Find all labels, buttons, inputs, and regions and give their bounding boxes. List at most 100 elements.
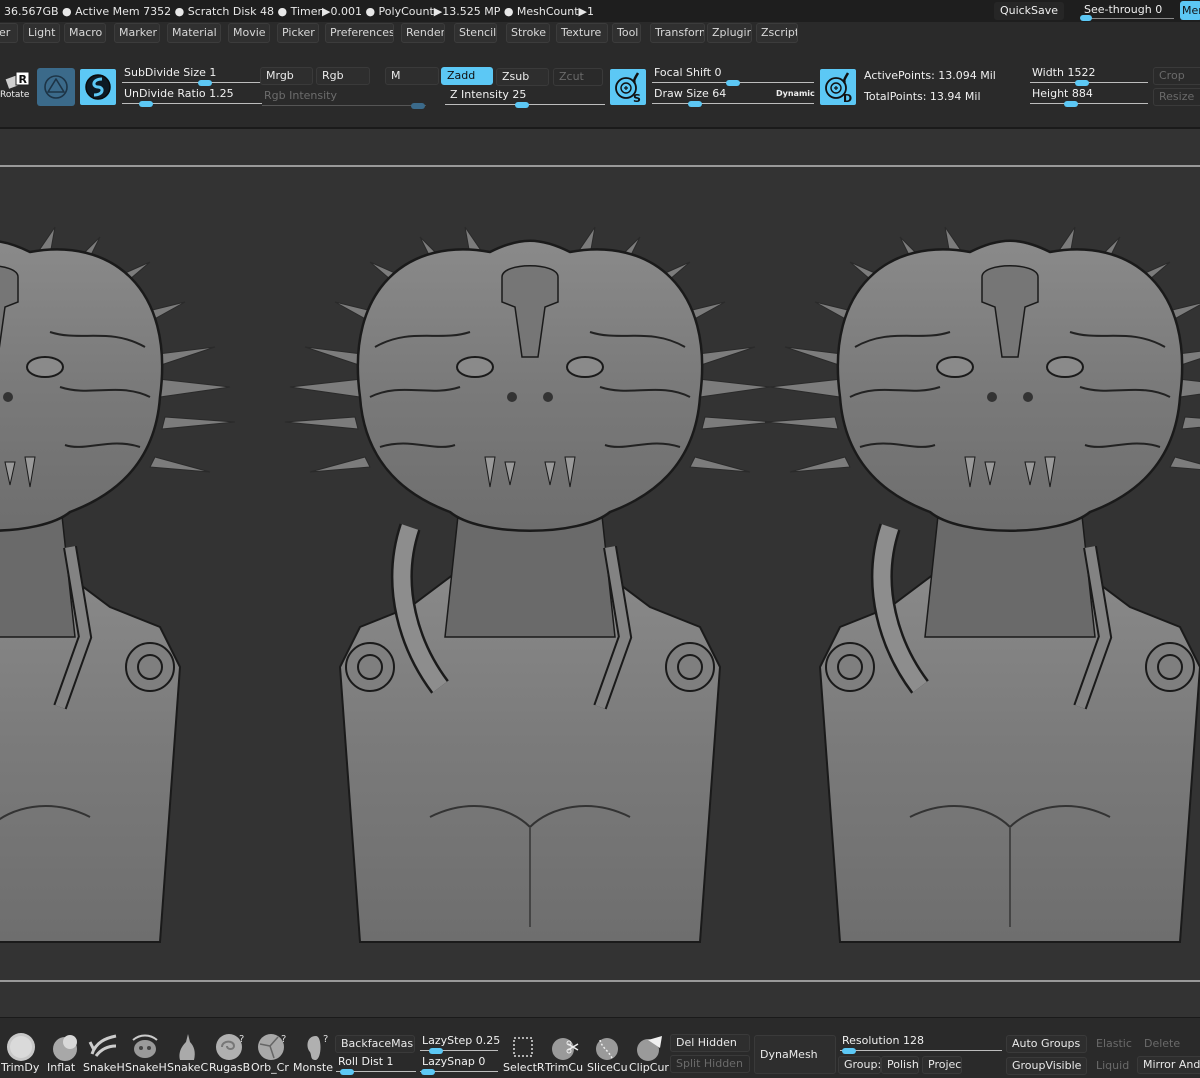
draw-size-label: Draw Size 64 — [654, 87, 727, 100]
zadd-button[interactable]: Zadd — [441, 67, 493, 85]
menu-transform[interactable]: Transform — [650, 23, 705, 43]
mirror-and-weld-button[interactable]: Mirror And Weld — [1137, 1056, 1200, 1074]
undivide-ratio-knob[interactable] — [139, 101, 153, 107]
backface-mask-button[interactable]: BackfaceMask — [335, 1035, 415, 1053]
menu-stroke[interactable]: Stroke — [506, 23, 550, 43]
subdivide-size-knob[interactable] — [198, 80, 212, 86]
see-through-track — [1082, 18, 1174, 19]
lazy-step-knob[interactable] — [429, 1048, 443, 1054]
sculptris-pro-button[interactable] — [79, 68, 117, 106]
roll-dist-label: Roll Dist 1 — [338, 1055, 394, 1068]
z-intensity-label: Z Intensity 25 — [450, 88, 527, 101]
slice-curve-brush[interactable]: SliceCu — [587, 1030, 627, 1076]
brush-snakehook[interactable]: SnakeH — [83, 1030, 125, 1076]
z-intensity-slider[interactable]: Z Intensity 25 — [445, 88, 605, 108]
subdivide-size-slider[interactable]: SubDivide Size 1 — [122, 66, 262, 86]
dynamesh-button[interactable]: DynaMesh — [754, 1035, 836, 1074]
brush-snakecurve[interactable]: SnakeC — [167, 1030, 208, 1076]
height-knob[interactable] — [1064, 101, 1078, 107]
undivide-ratio-slider[interactable]: UnDivide Ratio 1.25 — [122, 87, 262, 107]
height-slider[interactable]: Height 884 — [1030, 87, 1148, 107]
gizmo-button[interactable] — [37, 68, 75, 106]
liquid-button[interactable]: Liquid — [1090, 1057, 1138, 1075]
menu-macro[interactable]: Macro — [64, 23, 106, 43]
brush-orb-cracks[interactable]: ? Orb_Cr — [251, 1030, 291, 1076]
groups-toggle[interactable]: Group: — [838, 1056, 881, 1074]
brush-inflate[interactable]: Inflat — [47, 1030, 87, 1076]
focal-shift-knob[interactable] — [726, 80, 740, 86]
menus-button[interactable]: Menus — [1180, 1, 1200, 20]
del-hidden-button[interactable]: Del Hidden — [670, 1034, 750, 1052]
total-points: TotalPoints: 13.94 Mil — [864, 90, 981, 103]
rgb-button[interactable]: Rgb — [316, 67, 370, 85]
menu-preferences[interactable]: Preferences — [325, 23, 394, 43]
menu-layer[interactable]: er — [0, 23, 18, 43]
brush-s-icon: S — [615, 72, 641, 104]
brush-trimdynamic[interactable]: TrimDy — [1, 1030, 41, 1076]
resolution-slider[interactable]: Resolution 128 — [840, 1034, 1002, 1054]
polish-toggle[interactable]: Polish — [881, 1056, 919, 1074]
rotate-icon: R — [5, 71, 30, 89]
crop-button[interactable]: Crop — [1153, 67, 1200, 85]
menu-picker[interactable]: Picker — [277, 23, 319, 43]
snakecurve-brush-icon — [179, 1034, 195, 1060]
menu-render[interactable]: Render — [401, 23, 445, 43]
menu-movie[interactable]: Movie — [228, 23, 270, 43]
menu-marker[interactable]: Marker — [114, 23, 160, 43]
standard-brush-s-button[interactable]: S — [609, 68, 647, 106]
focal-shift-slider[interactable]: Focal Shift 0 — [652, 66, 814, 86]
zsub-button[interactable]: Zsub — [496, 68, 549, 86]
elastic-button[interactable]: Elastic — [1090, 1035, 1138, 1053]
quicksave-button[interactable]: QuickSave — [994, 2, 1064, 20]
rotate-button[interactable]: R Rotate — [0, 71, 32, 103]
mrgb-button[interactable]: Mrgb — [260, 67, 313, 85]
select-rect-brush[interactable]: SelectRe — [503, 1030, 545, 1076]
resolution-knob[interactable] — [842, 1048, 856, 1054]
auto-groups-button[interactable]: Auto Groups — [1006, 1035, 1087, 1053]
roll-dist-slider[interactable]: Roll Dist 1 — [336, 1055, 416, 1075]
group-visible-button[interactable]: GroupVisible — [1006, 1057, 1087, 1075]
menu-material[interactable]: Material — [167, 23, 221, 43]
resize-button[interactable]: Resize — [1153, 88, 1200, 106]
trim-curve-brush[interactable]: TrimCu — [545, 1030, 585, 1076]
height-label: Height 884 — [1032, 87, 1093, 100]
menu-stencil[interactable]: Stencil — [454, 23, 497, 43]
resolution-label: Resolution 128 — [842, 1034, 924, 1047]
brush-d-button[interactable]: D — [819, 68, 857, 106]
clip-curve-brush[interactable]: ClipCur — [629, 1030, 669, 1076]
brush-rugas[interactable]: ? RugasB — [209, 1030, 250, 1076]
rgb-intensity-label: Rgb Intensity — [264, 89, 337, 102]
lazy-step-slider[interactable]: LazyStep 0.25 — [420, 1034, 500, 1054]
split-hidden-button[interactable]: Split Hidden — [670, 1055, 750, 1073]
menu-tool[interactable]: Tool — [612, 23, 641, 43]
draw-size-knob[interactable] — [688, 101, 702, 107]
width-slider[interactable]: Width 1522 — [1030, 66, 1148, 86]
height-track — [1030, 103, 1148, 104]
width-knob[interactable] — [1075, 80, 1089, 86]
z-intensity-knob[interactable] — [515, 102, 529, 108]
delete-button[interactable]: Delete — [1138, 1035, 1200, 1053]
menu-zscript[interactable]: Zscript — [756, 23, 798, 43]
brush-snakehook-2[interactable]: SnakeH — [125, 1030, 167, 1076]
dynamic-toggle[interactable]: Dynamic — [776, 89, 815, 98]
m-button[interactable]: M — [385, 67, 439, 85]
document-canvas[interactable] — [0, 167, 1200, 980]
width-label: Width 1522 — [1032, 66, 1096, 79]
lazy-snap-knob[interactable] — [421, 1069, 435, 1075]
menu-zplugin[interactable]: Zplugin — [707, 23, 752, 43]
subdivide-size-track — [122, 82, 262, 83]
menu-light[interactable]: Light — [23, 23, 60, 43]
subdivide-size-label: SubDivide Size 1 — [124, 66, 217, 79]
menu-texture[interactable]: Texture — [556, 23, 608, 43]
lazy-snap-slider[interactable]: LazySnap 0 — [420, 1055, 498, 1075]
brush-label: TrimCu — [545, 1061, 584, 1074]
rgb-intensity-slider[interactable]: Rgb Intensity — [262, 89, 426, 109]
inflate-brush-icon — [53, 1035, 77, 1061]
rgb-intensity-knob[interactable] — [411, 103, 425, 109]
see-through-knob[interactable] — [1080, 15, 1092, 21]
zcut-button[interactable]: Zcut — [553, 68, 603, 86]
roll-dist-knob[interactable] — [340, 1069, 354, 1075]
see-through-slider[interactable]: See-through 0 — [1080, 2, 1176, 21]
project-toggle[interactable]: Project — [922, 1056, 962, 1074]
brush-monster[interactable]: ? Monste — [293, 1030, 333, 1076]
